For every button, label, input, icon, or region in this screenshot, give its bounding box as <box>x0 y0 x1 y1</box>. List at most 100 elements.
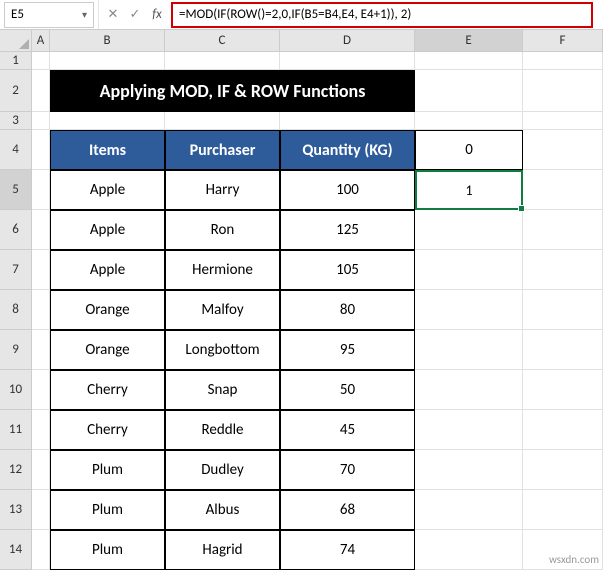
row-header-10[interactable]: 10 <box>0 370 32 410</box>
header-purchaser[interactable]: Purchaser <box>165 130 280 170</box>
col-header-a[interactable]: A <box>32 30 50 52</box>
row-header-7[interactable]: 7 <box>0 250 32 290</box>
cell-f8[interactable] <box>523 290 603 330</box>
cell-purchaser[interactable]: Albus <box>165 490 280 530</box>
header-extra[interactable]: 0 <box>415 130 523 170</box>
cell-f7[interactable] <box>523 250 603 290</box>
cell-e10[interactable] <box>415 370 523 410</box>
row-header-1[interactable]: 1 <box>0 52 32 70</box>
formula-input[interactable]: =MOD(IF(ROW()=2,0,IF(B5=B4,E4, E4+1)), 2… <box>179 7 585 22</box>
col-header-f[interactable]: F <box>523 30 603 52</box>
row-header-4[interactable]: 4 <box>0 130 32 170</box>
row-header-3[interactable]: 3 <box>0 112 32 130</box>
col-header-d[interactable]: D <box>280 30 415 52</box>
fx-icon[interactable]: fx <box>149 7 165 22</box>
cell-f2[interactable] <box>523 70 603 112</box>
cell-quantity[interactable]: 74 <box>280 530 415 570</box>
cell-e1[interactable] <box>415 52 523 70</box>
cell-a9[interactable] <box>32 330 50 370</box>
cell-f9[interactable] <box>523 330 603 370</box>
cell-quantity[interactable]: 125 <box>280 210 415 250</box>
cell-item[interactable]: Cherry <box>50 410 165 450</box>
header-items[interactable]: Items <box>50 130 165 170</box>
name-box[interactable]: E5 ▾ <box>4 2 94 28</box>
cell-e14[interactable] <box>415 530 523 570</box>
cell-a8[interactable] <box>32 290 50 330</box>
cell-b3[interactable] <box>50 112 165 130</box>
row-header-12[interactable]: 12 <box>0 450 32 490</box>
cell-purchaser[interactable]: Reddle <box>165 410 280 450</box>
cell-purchaser[interactable]: Malfoy <box>165 290 280 330</box>
row-header-6[interactable]: 6 <box>0 210 32 250</box>
cell-e13[interactable] <box>415 490 523 530</box>
cell-item[interactable]: Plum <box>50 530 165 570</box>
cell-e6[interactable] <box>415 210 523 250</box>
cell-f3[interactable] <box>523 112 603 130</box>
cell-item[interactable]: Orange <box>50 290 165 330</box>
row-header-2[interactable]: 2 <box>0 70 32 112</box>
cell-f12[interactable] <box>523 450 603 490</box>
title-banner[interactable]: Applying MOD, IF & ROW Functions <box>50 70 415 112</box>
cell-d1[interactable] <box>280 52 415 70</box>
cell-e9[interactable] <box>415 330 523 370</box>
row-header-9[interactable]: 9 <box>0 330 32 370</box>
cell-f13[interactable] <box>523 490 603 530</box>
cell-f4[interactable] <box>523 130 603 170</box>
cell-purchaser[interactable]: Harry <box>165 170 280 210</box>
cell-f5[interactable] <box>523 170 603 210</box>
cell-f10[interactable] <box>523 370 603 410</box>
cell-quantity[interactable]: 100 <box>280 170 415 210</box>
cell-e3[interactable] <box>415 112 523 130</box>
header-quantity[interactable]: Quantity (KG) <box>280 130 415 170</box>
cell-f11[interactable] <box>523 410 603 450</box>
cell-item[interactable]: Plum <box>50 490 165 530</box>
cell-e7[interactable] <box>415 250 523 290</box>
cell-item[interactable]: Apple <box>50 250 165 290</box>
cell-a13[interactable] <box>32 490 50 530</box>
cell-e2[interactable] <box>415 70 523 112</box>
cancel-icon[interactable]: ✕ <box>105 7 121 22</box>
cell-a10[interactable] <box>32 370 50 410</box>
cell-purchaser[interactable]: Ron <box>165 210 280 250</box>
cell-quantity[interactable]: 105 <box>280 250 415 290</box>
cell-item[interactable]: Cherry <box>50 370 165 410</box>
row-header-14[interactable]: 14 <box>0 530 32 570</box>
cell-quantity[interactable]: 50 <box>280 370 415 410</box>
cell-quantity[interactable]: 45 <box>280 410 415 450</box>
cell-a3[interactable] <box>32 112 50 130</box>
cell-item[interactable]: Orange <box>50 330 165 370</box>
col-header-b[interactable]: B <box>50 30 165 52</box>
cell-quantity[interactable]: 80 <box>280 290 415 330</box>
cell-a4[interactable] <box>32 130 50 170</box>
row-header-8[interactable]: 8 <box>0 290 32 330</box>
active-cell[interactable]: 1 <box>415 170 523 210</box>
cell-a5[interactable] <box>32 170 50 210</box>
cell-quantity[interactable]: 70 <box>280 450 415 490</box>
row-header-5[interactable]: 5 <box>0 170 32 210</box>
cell-a12[interactable] <box>32 450 50 490</box>
cell-f6[interactable] <box>523 210 603 250</box>
cell-e11[interactable] <box>415 410 523 450</box>
cell-purchaser[interactable]: Hermione <box>165 250 280 290</box>
cell-item[interactable]: Apple <box>50 210 165 250</box>
row-header-11[interactable]: 11 <box>0 410 32 450</box>
cell-a1[interactable] <box>32 52 50 70</box>
cell-a6[interactable] <box>32 210 50 250</box>
cell-d3[interactable] <box>280 112 415 130</box>
cell-b1[interactable] <box>50 52 165 70</box>
cell-item[interactable]: Plum <box>50 450 165 490</box>
cell-c1[interactable] <box>165 52 280 70</box>
cell-purchaser[interactable]: Hagrid <box>165 530 280 570</box>
cell-quantity[interactable]: 68 <box>280 490 415 530</box>
select-all-corner[interactable] <box>0 30 32 52</box>
cell-a7[interactable] <box>32 250 50 290</box>
cell-quantity[interactable]: 95 <box>280 330 415 370</box>
cell-item[interactable]: Apple <box>50 170 165 210</box>
col-header-c[interactable]: C <box>165 30 280 52</box>
chevron-down-icon[interactable]: ▾ <box>82 8 87 21</box>
cell-purchaser[interactable]: Longbottom <box>165 330 280 370</box>
cell-f1[interactable] <box>523 52 603 70</box>
cell-a14[interactable] <box>32 530 50 570</box>
accept-icon[interactable]: ✓ <box>127 7 143 22</box>
cell-a2[interactable] <box>32 70 50 112</box>
